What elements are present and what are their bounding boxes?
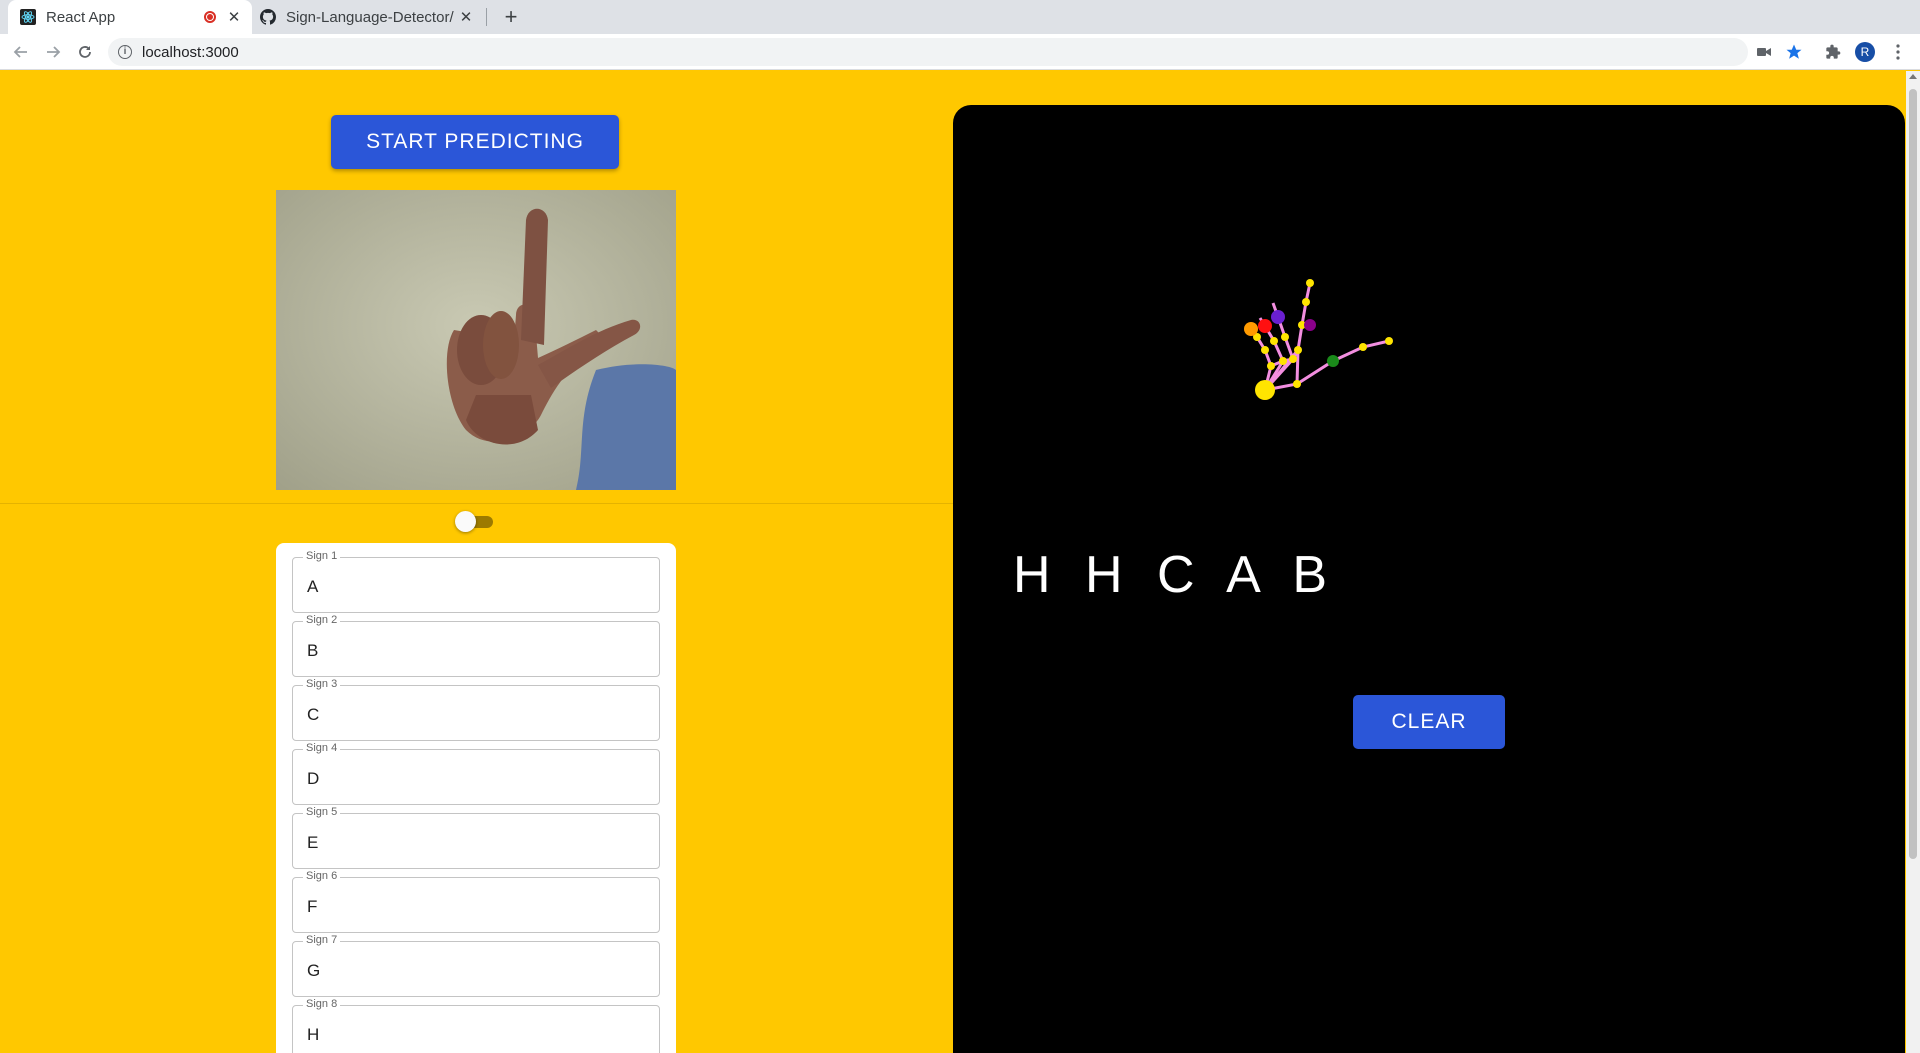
info-icon[interactable]: i <box>118 45 132 59</box>
extensions-puzzle-icon[interactable] <box>1821 40 1845 64</box>
tab-react-app[interactable]: React App ✕ <box>8 0 252 34</box>
browser-tab-bar: React App ✕ Sign-Language-Detector/ ✕ + <box>0 0 1920 34</box>
mode-toggle-switch[interactable] <box>455 511 493 532</box>
sign-4-value: D <box>307 769 320 788</box>
webcam-feed <box>276 190 676 490</box>
tab-github[interactable]: Sign-Language-Detector/ ✕ <box>254 0 484 34</box>
sign-1-value: A <box>307 577 319 596</box>
sign-6-value: F <box>307 897 318 916</box>
forward-button[interactable] <box>40 39 66 65</box>
tab-title: Sign-Language-Detector/ <box>286 8 454 26</box>
sign-1-label: Sign 1 <box>303 550 341 562</box>
switch-thumb <box>455 511 476 532</box>
sign-5-value: E <box>307 833 319 852</box>
signs-panel: Sign 1 A Sign 2 B Sign 3 C Sign 4 D Sign… <box>276 543 676 1053</box>
kebab-menu-icon[interactable] <box>1886 40 1910 64</box>
bookmark-star-icon[interactable] <box>1782 40 1806 64</box>
sign-2-label: Sign 2 <box>303 614 341 626</box>
sign-2-field[interactable]: Sign 2 B <box>292 614 660 677</box>
profile-avatar[interactable]: R <box>1855 42 1875 62</box>
camera-in-use-icon[interactable] <box>1752 40 1776 64</box>
back-button[interactable] <box>8 39 34 65</box>
sign-8-field[interactable]: Sign 8 H <box>292 998 660 1053</box>
section-divider <box>0 503 953 504</box>
start-predicting-button[interactable]: START PREDICTING <box>331 115 619 169</box>
browser-toolbar: i localhost:3000 R <box>0 34 1920 70</box>
close-icon[interactable]: ✕ <box>458 8 474 26</box>
tab-title: React App <box>46 8 116 26</box>
sign-3-label: Sign 3 <box>303 678 341 690</box>
scroll-up-arrow-icon[interactable] <box>1909 74 1917 79</box>
sign-6-label: Sign 6 <box>303 870 341 882</box>
sign-2-value: B <box>307 641 319 660</box>
sign-1-field[interactable]: Sign 1 A <box>292 550 660 613</box>
wrist-joint <box>1255 380 1275 400</box>
hand-skeleton-overlay <box>1244 279 1393 400</box>
predicted-text: H H C A B <box>1013 546 1338 604</box>
webcam-hand-image <box>276 190 676 490</box>
sign-7-label: Sign 7 <box>303 934 341 946</box>
close-icon[interactable]: ✕ <box>226 8 242 26</box>
clear-button[interactable]: CLEAR <box>1353 695 1505 749</box>
sign-3-field[interactable]: Sign 3 C <box>292 678 660 741</box>
prediction-output-panel: H H C A B CLEAR <box>953 105 1905 1053</box>
arrow-right-icon <box>47 46 61 58</box>
sign-8-value: H <box>307 1025 320 1044</box>
app-page: START PREDICTING Sign 1 A Sign 2 B Sign … <box>0 71 1906 1053</box>
github-icon <box>260 9 277 25</box>
reload-icon <box>79 46 91 58</box>
scrollbar-thumb[interactable] <box>1909 89 1917 859</box>
sign-7-field[interactable]: Sign 7 G <box>292 934 660 997</box>
address-bar[interactable]: i localhost:3000 <box>108 38 1748 66</box>
sign-4-field[interactable]: Sign 4 D <box>292 742 660 805</box>
arrow-left-icon <box>13 46 27 58</box>
sign-3-value: C <box>307 705 320 724</box>
reload-button[interactable] <box>72 39 98 65</box>
new-tab-button[interactable]: + <box>498 4 524 30</box>
sign-5-label: Sign 5 <box>303 806 341 818</box>
tab-separator <box>486 8 487 26</box>
react-logo-icon <box>20 9 36 25</box>
sign-4-label: Sign 4 <box>303 742 341 754</box>
sign-5-field[interactable]: Sign 5 E <box>292 806 660 869</box>
sign-7-value: G <box>307 961 321 980</box>
url-text: localhost:3000 <box>142 43 239 61</box>
recording-icon <box>204 11 216 23</box>
sign-8-label: Sign 8 <box>303 998 341 1010</box>
sign-6-field[interactable]: Sign 6 F <box>292 870 660 933</box>
